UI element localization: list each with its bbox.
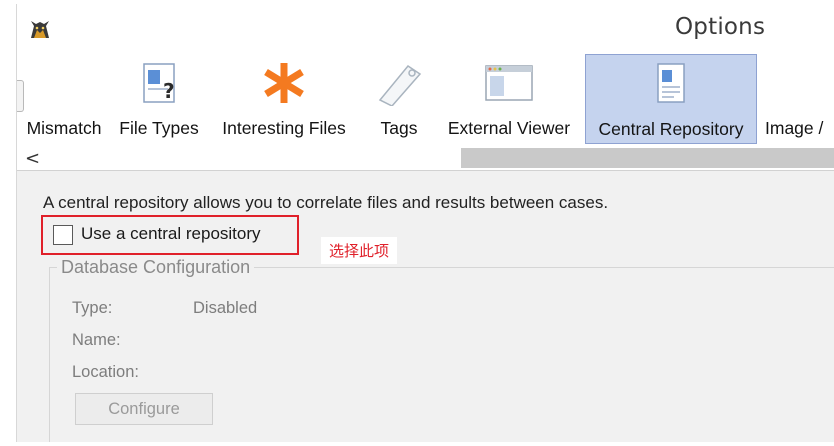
panel-description: A central repository allows you to corre… <box>43 193 609 212</box>
options-category-toolbar: Mismatch ? File Types Interesting Files <box>17 50 834 146</box>
tab-label: External Viewer <box>447 118 571 138</box>
type-value: Disabled <box>193 299 258 317</box>
tab-label: Interesting Files <box>222 118 346 138</box>
tab-label: Mismatch <box>26 118 102 138</box>
tab-label: File Types <box>119 118 199 138</box>
tab-mismatch[interactable]: Mismatch <box>19 54 109 144</box>
tab-label: Image / <box>765 118 824 138</box>
tab-central-repository[interactable]: Central Repository <box>585 54 757 144</box>
name-label: Name: <box>72 331 121 349</box>
group-title: Database Configuration <box>57 257 255 278</box>
scrollbar-thumb[interactable] <box>461 148 834 168</box>
tab-label: Tags <box>380 118 418 138</box>
tab-tags[interactable]: Tags <box>365 54 433 144</box>
central-repository-icon <box>657 63 685 103</box>
options-window: Options Mismatch ? File Types Interestin… <box>16 4 834 442</box>
tab-image[interactable]: Image / <box>761 54 834 144</box>
autopsy-logo-icon <box>31 21 49 38</box>
asterisk-icon <box>264 63 304 103</box>
title-bar: Options <box>17 4 834 50</box>
external-viewer-icon <box>485 65 533 101</box>
use-central-repository-checkbox[interactable] <box>53 225 73 245</box>
scroll-left-arrow-icon[interactable]: < <box>25 148 40 169</box>
location-label: Location: <box>72 363 139 381</box>
type-label: Type: <box>72 299 113 317</box>
tab-file-types[interactable]: ? File Types <box>111 54 207 144</box>
annotation-note: 选择此项 <box>321 237 398 264</box>
svg-text:?: ? <box>163 79 175 103</box>
tab-label: Central Repository <box>598 119 744 139</box>
tab-interesting-files[interactable]: Interesting Files <box>209 54 359 144</box>
window-title: Options <box>675 14 766 40</box>
tag-icon <box>378 64 422 106</box>
file-types-icon: ? <box>143 63 175 103</box>
central-repository-panel: A central repository allows you to corre… <box>17 171 834 442</box>
checkbox-label[interactable]: Use a central repository <box>81 224 261 244</box>
configure-button[interactable]: Configure <box>75 393 213 425</box>
toolbar-horizontal-scrollbar[interactable]: < <box>17 146 834 171</box>
tab-external-viewer[interactable]: External Viewer <box>437 54 581 144</box>
